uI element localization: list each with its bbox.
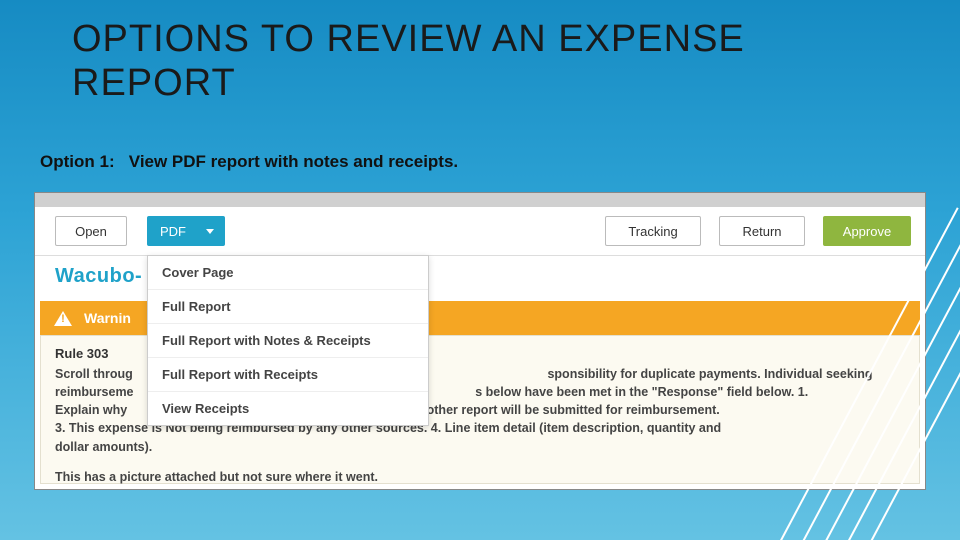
warning-icon [54, 311, 72, 326]
dropdown-item-full-report-notes-receipts[interactable]: Full Report with Notes & Receipts [148, 324, 428, 358]
dropdown-item-view-receipts[interactable]: View Receipts [148, 392, 428, 425]
pdf-dropdown-button[interactable]: PDF [147, 216, 225, 246]
caret-down-icon [206, 229, 214, 234]
warning-label: Warnin [84, 310, 131, 326]
open-button[interactable]: Open [55, 216, 127, 246]
tracking-button[interactable]: Tracking [605, 216, 701, 246]
option-text: View PDF report with notes and receipts. [129, 152, 458, 171]
dropdown-item-cover-page[interactable]: Cover Page [148, 256, 428, 290]
option-label: Option 1: [40, 152, 115, 171]
option-line: Option 1: View PDF report with notes and… [40, 152, 458, 172]
toolbar: Open PDF Tracking Return Approve [35, 207, 925, 256]
screenshot-panel: Open PDF Tracking Return Approve Wacubo-… [34, 192, 926, 490]
pdf-button-label: PDF [160, 224, 186, 239]
slide: OPTIONS TO REVIEW AN EXPENSE REPORT Opti… [0, 0, 960, 540]
dropdown-item-full-report-receipts[interactable]: Full Report with Receipts [148, 358, 428, 392]
approve-button[interactable]: Approve [823, 216, 911, 246]
dropdown-item-full-report[interactable]: Full Report [148, 290, 428, 324]
report-title: Wacubo- [55, 265, 142, 288]
slide-title: OPTIONS TO REVIEW AN EXPENSE REPORT [72, 18, 800, 105]
rule-note: This has a picture attached but not sure… [55, 468, 905, 486]
window-chrome [35, 193, 925, 207]
return-button[interactable]: Return [719, 216, 805, 246]
pdf-dropdown-menu: Cover Page Full Report Full Report with … [147, 255, 429, 426]
